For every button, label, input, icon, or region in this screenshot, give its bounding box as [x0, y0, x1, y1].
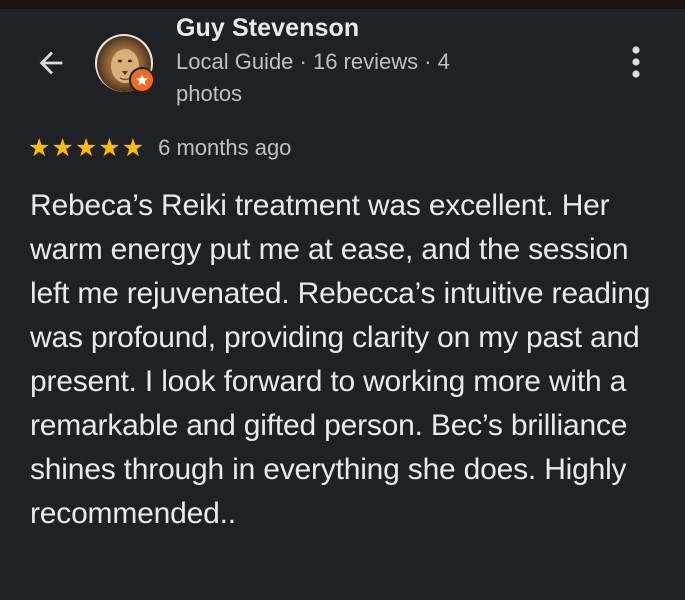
- local-guide-badge-icon: [129, 67, 155, 93]
- review-screen: Guy Stevenson Local Guide · 16 reviews ·…: [0, 0, 685, 600]
- rating-row: ★ ★ ★ ★ ★ 6 months ago: [28, 132, 291, 164]
- star-icon: ★: [74, 133, 98, 162]
- star-icon: ★: [51, 133, 74, 162]
- more-options-button[interactable]: [618, 42, 654, 82]
- status-bar-strip: [0, 0, 685, 9]
- arrow-back-icon: [39, 51, 63, 75]
- more-vert-icon: [632, 46, 640, 78]
- star-icon: ★: [28, 133, 51, 162]
- review-time: 6 months ago: [158, 135, 292, 160]
- star-icon: ★: [98, 133, 121, 162]
- review-text: Rebeca’s Reiki treatment was excellent. …: [30, 189, 651, 530]
- author-avatar-button[interactable]: [95, 34, 155, 93]
- back-button[interactable]: [30, 42, 72, 84]
- star-icon: ★: [121, 133, 145, 162]
- star-rating: ★ ★ ★ ★ ★: [28, 133, 145, 162]
- author-name[interactable]: Guy Stevenson: [176, 14, 359, 43]
- author-meta: Local Guide · 16 reviews · 4 photos: [176, 49, 450, 106]
